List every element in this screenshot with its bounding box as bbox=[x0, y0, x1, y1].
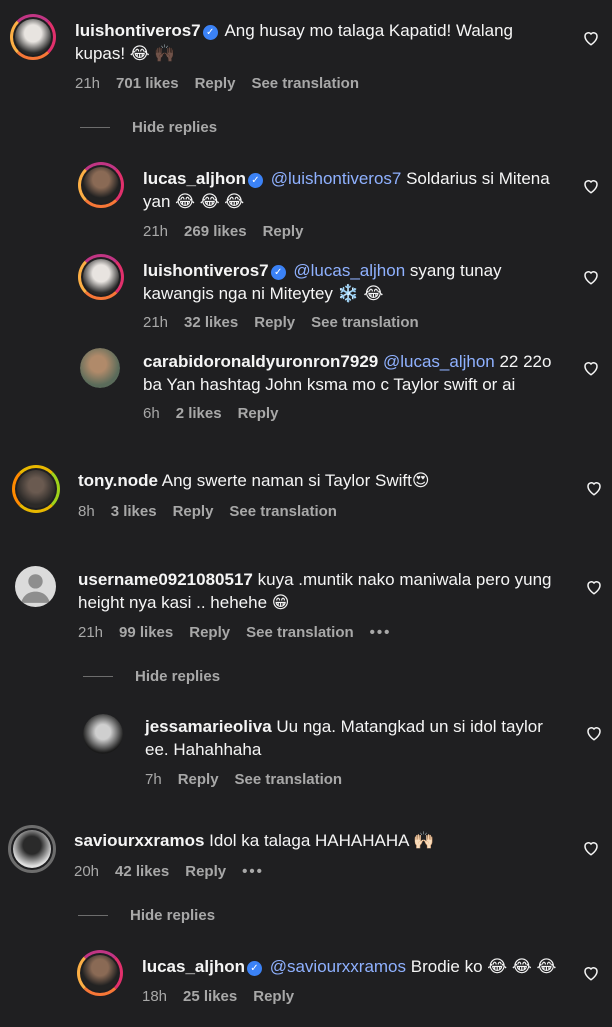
likes-count[interactable]: 99 likes bbox=[119, 624, 173, 641]
reply-button[interactable]: Reply bbox=[238, 405, 279, 422]
comment-text: Brodie ko 😂 😂 😂 bbox=[406, 957, 557, 976]
hide-replies-button[interactable]: Hide replies bbox=[80, 119, 217, 136]
more-dots-icon[interactable]: ••• bbox=[242, 863, 264, 880]
avatar[interactable] bbox=[77, 950, 123, 996]
timestamp: 20h bbox=[74, 863, 100, 880]
reply-button[interactable]: Reply bbox=[185, 863, 226, 880]
likes-count[interactable]: 2 likes bbox=[176, 405, 222, 422]
see-translation-button[interactable]: See translation bbox=[246, 624, 354, 641]
reply-button[interactable]: Reply bbox=[189, 624, 230, 641]
comment-body: carabidoronaldyuronron7929 @lucas_aljhon… bbox=[143, 350, 563, 396]
comment-meta: 20h 42 likes Reply ••• bbox=[74, 863, 280, 880]
heart-outline-icon[interactable] bbox=[585, 578, 603, 596]
heart-outline-icon[interactable] bbox=[582, 268, 600, 286]
heart-outline-icon[interactable] bbox=[582, 359, 600, 377]
verified-badge-icon: ✓ bbox=[247, 173, 263, 188]
avatar[interactable] bbox=[83, 714, 123, 754]
avatar[interactable] bbox=[78, 254, 124, 300]
see-translation-button[interactable]: See translation bbox=[229, 503, 337, 520]
avatar[interactable] bbox=[8, 825, 56, 873]
verified-badge-icon: ✓ bbox=[202, 25, 218, 40]
default-avatar-icon bbox=[21, 574, 50, 603]
reply-button[interactable]: Reply bbox=[178, 771, 219, 788]
hide-replies-button[interactable]: Hide replies bbox=[83, 668, 220, 685]
username[interactable]: luishontiveros7 bbox=[75, 21, 201, 40]
comment-body: jessamarieoliva Uu nga. Matangkad un si … bbox=[145, 715, 565, 761]
mention-link[interactable]: @saviourxxramos bbox=[270, 957, 406, 976]
likes-count[interactable]: 3 likes bbox=[111, 503, 157, 520]
see-translation-button[interactable]: See translation bbox=[251, 75, 359, 92]
username[interactable]: username0921080517 bbox=[78, 570, 253, 589]
heart-outline-icon[interactable] bbox=[582, 29, 600, 47]
comment-meta: 8h 3 likes Reply See translation bbox=[78, 503, 353, 520]
comment-body: username0921080517 kuya .muntik nako man… bbox=[78, 568, 568, 614]
mention-link[interactable]: @lucas_aljhon bbox=[293, 261, 405, 280]
mention-link[interactable]: @lucas_aljhon bbox=[383, 352, 495, 371]
reply-button[interactable]: Reply bbox=[173, 503, 214, 520]
avatar[interactable] bbox=[78, 162, 124, 208]
comment-body: lucas_aljhon ✓ @luishontiveros7 Soldarius… bbox=[143, 167, 563, 213]
comment-body: tony.node Ang swerte naman si Taylor Swi… bbox=[78, 469, 558, 492]
reply-button[interactable]: Reply bbox=[254, 314, 295, 331]
verified-badge-icon: ✓ bbox=[246, 961, 262, 976]
reply-button[interactable]: Reply bbox=[195, 75, 236, 92]
likes-count[interactable]: 42 likes bbox=[115, 863, 169, 880]
avatar[interactable] bbox=[10, 14, 56, 60]
username[interactable]: lucas_aljhon bbox=[142, 957, 245, 976]
comment-meta: 21h 701 likes Reply See translation bbox=[75, 75, 375, 92]
comment-meta: 7h Reply See translation bbox=[145, 771, 358, 788]
username[interactable]: tony.node bbox=[78, 471, 158, 490]
timestamp: 8h bbox=[78, 503, 95, 520]
heart-outline-icon[interactable] bbox=[582, 839, 600, 857]
reply-button[interactable]: Reply bbox=[253, 988, 294, 1005]
comment-meta: 21h 269 likes Reply bbox=[143, 223, 319, 240]
timestamp: 21h bbox=[78, 624, 104, 641]
username[interactable]: saviourxxramos bbox=[74, 831, 204, 850]
timestamp: 6h bbox=[143, 405, 160, 422]
heart-outline-icon[interactable] bbox=[582, 177, 600, 195]
comment-body: luishontiveros7 ✓ Ang husay mo talaga Kap… bbox=[75, 19, 555, 65]
mention-link[interactable]: @luishontiveros7 bbox=[271, 169, 402, 188]
username[interactable]: luishontiveros7 bbox=[143, 261, 269, 280]
comment-body: lucas_aljhon ✓ @saviourxxramos Brodie ko … bbox=[142, 955, 562, 978]
username[interactable]: lucas_aljhon bbox=[143, 169, 246, 188]
likes-count[interactable]: 269 likes bbox=[184, 223, 247, 240]
username[interactable]: carabidoronaldyuronron7929 bbox=[143, 352, 378, 371]
hide-replies-button[interactable]: Hide replies bbox=[78, 907, 215, 924]
timestamp: 21h bbox=[75, 75, 101, 92]
heart-outline-icon[interactable] bbox=[585, 479, 603, 497]
timestamp: 21h bbox=[143, 223, 169, 240]
avatar[interactable] bbox=[80, 348, 120, 388]
timestamp: 21h bbox=[143, 314, 169, 331]
timestamp: 18h bbox=[142, 988, 168, 1005]
likes-count[interactable]: 25 likes bbox=[183, 988, 237, 1005]
comment-body: saviourxxramos Idol ka talaga HAHAHAHA 🙌… bbox=[74, 829, 554, 852]
comment-meta: 21h 99 likes Reply See translation ••• bbox=[78, 624, 407, 641]
comment-text: Ang swerte naman si Taylor Swift😍 bbox=[161, 471, 430, 490]
comment-body: luishontiveros7 ✓ @lucas_aljhon syang tun… bbox=[143, 259, 563, 305]
more-dots-icon[interactable]: ••• bbox=[370, 624, 392, 641]
heart-outline-icon[interactable] bbox=[585, 724, 603, 742]
username[interactable]: jessamarieoliva bbox=[145, 717, 272, 736]
comment-text: Idol ka talaga HAHAHAHA 🙌🏻 bbox=[209, 831, 435, 850]
avatar[interactable] bbox=[12, 465, 60, 513]
avatar[interactable] bbox=[15, 566, 56, 607]
comment-meta: 6h 2 likes Reply bbox=[143, 405, 294, 422]
comment-meta: 21h 32 likes Reply See translation bbox=[143, 314, 435, 331]
verified-badge-icon: ✓ bbox=[270, 265, 286, 280]
see-translation-button[interactable]: See translation bbox=[235, 771, 343, 788]
see-translation-button[interactable]: See translation bbox=[311, 314, 419, 331]
timestamp: 7h bbox=[145, 771, 162, 788]
reply-button[interactable]: Reply bbox=[263, 223, 304, 240]
likes-count[interactable]: 32 likes bbox=[184, 314, 238, 331]
comment-meta: 18h 25 likes Reply bbox=[142, 988, 310, 1005]
heart-outline-icon[interactable] bbox=[582, 964, 600, 982]
likes-count[interactable]: 701 likes bbox=[116, 75, 179, 92]
